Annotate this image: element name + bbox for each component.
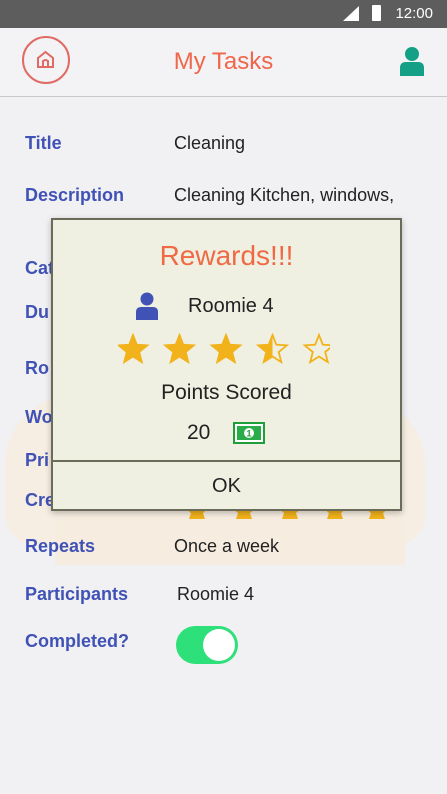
- title-label: Title: [25, 133, 62, 153]
- completed-toggle[interactable]: [176, 626, 238, 664]
- star-filled-icon: [162, 333, 197, 365]
- status-bar: 12:00: [0, 0, 447, 28]
- dialog-title: Rewards!!!: [159, 240, 294, 271]
- repeats-value: Once a week: [174, 536, 280, 556]
- app-bar: My Tasks: [0, 28, 447, 97]
- points-label: Points Scored: [161, 381, 292, 404]
- signal-icon: [343, 6, 359, 21]
- status-time: 12:00: [395, 5, 433, 22]
- participants-label: Participants: [25, 584, 129, 604]
- page-title: My Tasks: [173, 48, 274, 75]
- worth-label: Wo: [25, 407, 53, 427]
- ok-button[interactable]: OK: [53, 462, 400, 510]
- user-icon: [136, 292, 158, 320]
- svg-text:1: 1: [246, 429, 251, 439]
- participants-value: Roomie 4: [177, 584, 255, 604]
- rewards-dialog: Rewards!!! Roomie 4 Points Scored 20 1 O…: [51, 218, 402, 511]
- title-value: Cleaning: [174, 133, 246, 153]
- roomie-label: Ro: [25, 358, 49, 378]
- points-value: 20: [187, 421, 211, 444]
- battery-icon: [372, 5, 381, 21]
- star-empty-icon: [302, 333, 330, 365]
- money-icon: 1: [233, 422, 265, 444]
- dialog-user-name: Roomie 4: [188, 295, 274, 317]
- completed-label: Completed?: [25, 631, 130, 651]
- rating-stars: [118, 333, 330, 365]
- priority-label: Pri: [25, 450, 50, 470]
- star-filled-icon: [118, 333, 150, 365]
- description-value: Cleaning Kitchen, windows,: [174, 185, 395, 205]
- due-label: Du: [25, 302, 49, 322]
- description-label: Description: [25, 185, 125, 205]
- category-label: Cat: [25, 258, 55, 278]
- star-filled-icon: [209, 333, 243, 365]
- profile-icon[interactable]: [398, 46, 426, 76]
- repeats-label: Repeats: [25, 536, 96, 556]
- toggle-knob: [203, 629, 235, 661]
